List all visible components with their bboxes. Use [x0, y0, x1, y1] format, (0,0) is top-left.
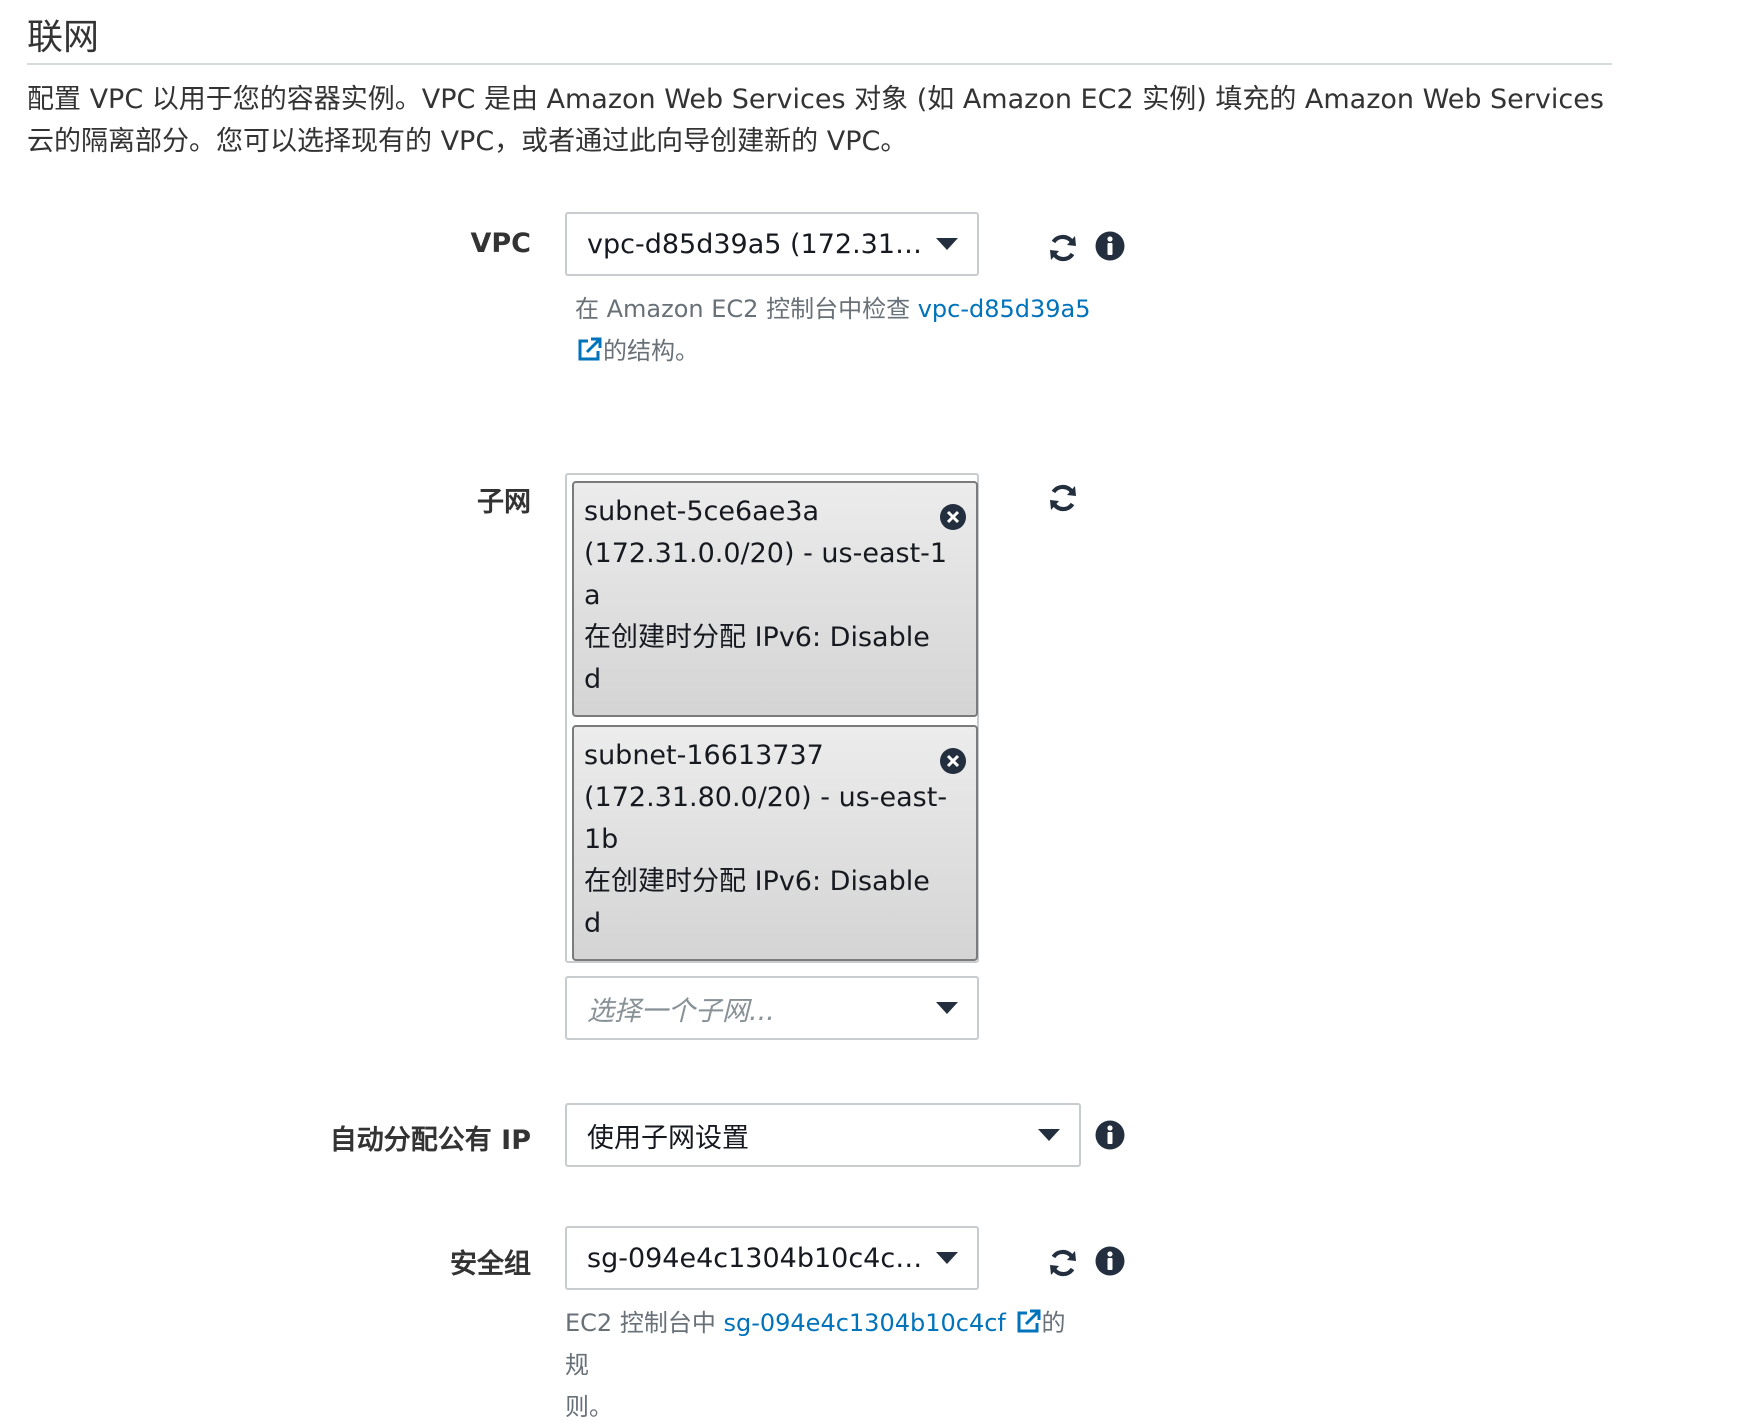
section-divider — [27, 63, 1612, 65]
security-group-label: 安全组 — [450, 1249, 531, 1280]
vpc-hint-prefix: 在 Amazon EC2 控制台中检查 — [575, 295, 911, 323]
subnet-az: 1b — [584, 824, 619, 855]
refresh-icon[interactable] — [1047, 482, 1079, 514]
vpc-select[interactable]: vpc-d85d39a5 (172.31.0.0/16) — [565, 212, 979, 276]
info-icon[interactable] — [1094, 230, 1126, 262]
subnet-cidr: (172.31.80.0/20) - us-east- — [584, 782, 948, 813]
security-group-hint-link[interactable]: sg-094e4c1304b10c4cf — [723, 1309, 1005, 1337]
vpc-hint-link[interactable]: vpc-d85d39a5 — [918, 295, 1091, 323]
subnet-label: 子网 — [477, 487, 531, 518]
refresh-icon[interactable] — [1047, 232, 1079, 264]
caret-down-icon — [1038, 1129, 1060, 1141]
subnet-ipv6-cont: d — [584, 664, 602, 695]
info-icon[interactable] — [1094, 1245, 1126, 1277]
external-link-icon[interactable] — [1014, 1308, 1042, 1336]
remove-token-icon[interactable] — [939, 503, 967, 531]
security-group-select[interactable]: sg-094e4c1304b10c4cf (default) — [565, 1226, 979, 1290]
section-title: 联网 — [27, 17, 100, 58]
refresh-icon[interactable] — [1047, 1247, 1079, 1279]
public-ip-select[interactable]: 使用子网设置 — [565, 1103, 1081, 1167]
subnet-ipv6: 在创建时分配 IPv6: Disable — [584, 622, 930, 653]
subnet-select[interactable]: 选择一个子网... — [565, 976, 979, 1040]
subnet-id: subnet-5ce6ae3a — [584, 496, 820, 527]
description-line-1: 配置 VPC 以用于您的容器实例。VPC 是由 Amazon Web Servi… — [27, 84, 1604, 115]
subnet-ipv6: 在创建时分配 IPv6: Disable — [584, 866, 930, 897]
caret-down-icon — [936, 1002, 958, 1014]
subnet-token: subnet-16613737 (172.31.80.0/20) - us-ea… — [572, 725, 978, 961]
security-group-hint: EC2 控制台中 sg-094e4c1304b10c4cf 的规 则。 — [565, 1302, 1085, 1428]
subnet-az: a — [584, 580, 601, 611]
vpc-hint: 在 Amazon EC2 控制台中检查 vpc-d85d39a5 的结构。 — [575, 288, 1095, 372]
info-icon[interactable] — [1094, 1119, 1126, 1151]
caret-down-icon — [936, 238, 958, 250]
subnet-select-placeholder: 选择一个子网... — [587, 995, 775, 1027]
vpc-hint-suffix: 的结构。 — [603, 337, 699, 365]
section-description: 配置 VPC 以用于您的容器实例。VPC 是由 Amazon Web Servi… — [27, 79, 1627, 163]
public-ip-select-value: 使用子网设置 — [587, 1122, 749, 1154]
vpc-label: VPC — [470, 228, 532, 259]
subnet-cidr: (172.31.0.0/20) - us-east-1 — [584, 538, 948, 569]
caret-down-icon — [936, 1252, 958, 1264]
security-group-hint-suffix-2: 则。 — [565, 1393, 613, 1421]
subnet-ipv6-cont: d — [584, 908, 602, 939]
description-line-2: 云的隔离部分。您可以选择现有的 VPC，或者通过此向导创建新的 VPC。 — [27, 126, 908, 157]
external-link-icon[interactable] — [575, 336, 603, 364]
subnet-token: subnet-5ce6ae3a (172.31.0.0/20) - us-eas… — [572, 481, 978, 717]
remove-token-icon[interactable] — [939, 747, 967, 775]
security-group-hint-prefix: EC2 控制台中 — [565, 1309, 716, 1337]
security-group-select-value: sg-094e4c1304b10c4cf (default) — [587, 1242, 977, 1274]
vpc-select-value: vpc-d85d39a5 (172.31.0.0/16) — [587, 228, 977, 260]
public-ip-label: 自动分配公有 IP — [329, 1125, 531, 1156]
subnet-multiselect[interactable]: subnet-5ce6ae3a (172.31.0.0/20) - us-eas… — [565, 473, 979, 963]
subnet-id: subnet-16613737 — [584, 740, 824, 771]
